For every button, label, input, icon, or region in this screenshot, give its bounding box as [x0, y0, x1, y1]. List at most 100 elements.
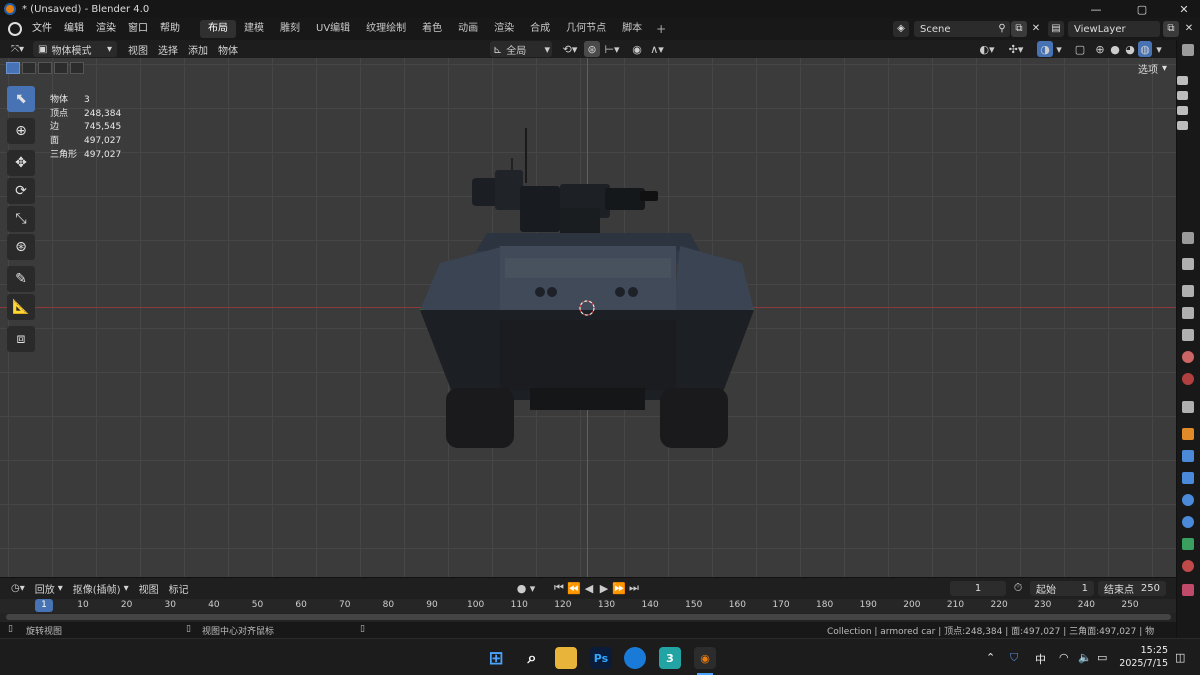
gizmo-icon[interactable]: ✣▾: [1004, 41, 1028, 57]
end-frame-field[interactable]: 结束点 250: [1098, 581, 1166, 596]
tab-sculpting[interactable]: 雕刻: [272, 20, 308, 38]
physics-properties-icon[interactable]: [1182, 494, 1194, 506]
timeline-ruler[interactable]: 1 10 20 30 40 50 60 70 80 90 100 110 120 130 140 150 16…: [0, 599, 1176, 613]
falloff-icon[interactable]: ∧▾: [647, 41, 667, 57]
object-mode-dropdown[interactable]: ▣ 物体模式 ▾: [33, 41, 118, 57]
armored-car-model[interactable]: [0, 58, 1176, 577]
rendered-shading-icon[interactable]: ◍: [1138, 41, 1152, 57]
visibility-icon[interactable]: ◐▾: [975, 41, 999, 57]
editor-type-icon[interactable]: ⤧▾: [6, 41, 29, 57]
volume-icon[interactable]: 🔈: [1078, 651, 1092, 664]
view-layer-field[interactable]: ViewLayer: [1068, 21, 1160, 37]
menu-window[interactable]: 窗口: [122, 18, 154, 40]
current-frame-indicator[interactable]: 1: [35, 599, 53, 612]
play-icon[interactable]: ▶: [597, 580, 611, 596]
pivot-point-icon[interactable]: ⟲▾: [558, 41, 582, 57]
camera-icon[interactable]: [1177, 76, 1188, 85]
rotate-tool-icon[interactable]: ⟳: [7, 178, 35, 204]
new-scene-icon[interactable]: ⧉: [1011, 21, 1027, 37]
blender-logo-icon[interactable]: [8, 22, 22, 36]
chevron-up-icon[interactable]: ⌃: [986, 651, 995, 664]
transform-tool-icon[interactable]: ⊛: [7, 234, 35, 260]
blender-taskbar-icon[interactable]: ◉: [694, 647, 716, 669]
new-view-layer-icon[interactable]: ⧉: [1163, 21, 1179, 37]
tab-layout[interactable]: 布局: [200, 20, 236, 38]
select-extend-icon[interactable]: [22, 62, 36, 74]
chevron-down-icon[interactable]: ▾: [1153, 41, 1165, 57]
tab-compositing[interactable]: 合成: [522, 20, 558, 38]
tab-scripting[interactable]: 脚本: [614, 20, 650, 38]
wireframe-shading-icon[interactable]: ⊕: [1093, 41, 1107, 57]
tool-properties-icon[interactable]: [1182, 258, 1194, 270]
xray-icon[interactable]: ▢: [1073, 41, 1087, 57]
auto-keying-icon[interactable]: ● ▾: [515, 580, 537, 596]
select-new-icon[interactable]: [6, 62, 20, 74]
tab-texture-paint[interactable]: 纹理绘制: [358, 20, 414, 38]
world-properties-icon[interactable]: [1182, 373, 1194, 385]
timeline-editor-icon[interactable]: ◷▾: [6, 581, 30, 597]
chevron-down-icon[interactable]: ▾: [1053, 41, 1065, 57]
shield-icon[interactable]: ⛉: [1010, 651, 1018, 665]
jump-next-keyframe-icon[interactable]: ⏩: [612, 580, 626, 596]
minimize-button[interactable]: —: [1080, 0, 1112, 18]
jump-start-icon[interactable]: ⏮: [552, 580, 566, 596]
timeline-scrollbar[interactable]: [6, 614, 1171, 620]
render-properties-icon[interactable]: [1182, 285, 1194, 297]
windows-start-icon[interactable]: ⊞: [485, 647, 507, 669]
3d-viewport[interactable]: [0, 58, 1176, 577]
notification-icon[interactable]: ◫: [1175, 651, 1185, 664]
photoshop-icon[interactable]: Ps: [590, 647, 612, 669]
material-properties-icon[interactable]: [1182, 560, 1194, 572]
texture-properties-icon[interactable]: [1182, 584, 1194, 596]
overlays-icon[interactable]: ◑: [1037, 41, 1053, 57]
wifi-icon[interactable]: ◠: [1059, 651, 1069, 664]
keying-menu[interactable]: 抠像(插帧) ▾: [68, 581, 134, 597]
snap-toggle-icon[interactable]: ⊛: [584, 41, 600, 57]
3d-app-icon[interactable]: 3: [659, 647, 681, 669]
play-reverse-icon[interactable]: ◀: [582, 580, 596, 596]
particle-properties-icon[interactable]: [1182, 472, 1194, 484]
tab-geometry-nodes[interactable]: 几何节点: [558, 20, 614, 38]
tab-rendering[interactable]: 渲染: [486, 20, 522, 38]
modifier-properties-icon[interactable]: [1182, 450, 1194, 462]
select-subtract-icon[interactable]: [38, 62, 52, 74]
measure-tool-icon[interactable]: 📐: [7, 294, 35, 320]
remove-view-layer-icon[interactable]: ✕: [1181, 21, 1197, 37]
add-workspace-icon[interactable]: +: [650, 22, 672, 36]
tab-modeling[interactable]: 建模: [236, 20, 272, 38]
solid-shading-icon[interactable]: ●: [1108, 41, 1122, 57]
stopwatch-icon[interactable]: ⏱: [1010, 580, 1026, 596]
camera-icon[interactable]: [1177, 121, 1188, 130]
current-frame-field[interactable]: 1: [950, 581, 1006, 596]
tab-animation[interactable]: 动画: [450, 20, 486, 38]
menu-select[interactable]: 选择: [153, 41, 183, 57]
menu-render[interactable]: 渲染: [90, 18, 122, 40]
move-tool-icon[interactable]: ✥: [7, 150, 35, 176]
pin-icon[interactable]: ⚲: [994, 21, 1010, 37]
search-icon[interactable]: ⌕: [521, 647, 543, 669]
marker-menu[interactable]: 标记: [164, 581, 194, 597]
camera-icon[interactable]: [1177, 91, 1188, 100]
maximize-button[interactable]: ▢: [1126, 0, 1158, 18]
menu-add[interactable]: 添加: [183, 41, 213, 57]
edge-browser-icon[interactable]: [624, 647, 646, 669]
remove-scene-icon[interactable]: ✕: [1028, 21, 1044, 37]
jump-prev-keyframe-icon[interactable]: ⏪: [567, 580, 581, 596]
select-invert-icon[interactable]: [54, 62, 68, 74]
annotate-tool-icon[interactable]: ✎: [7, 266, 35, 292]
scene-properties-icon[interactable]: [1182, 351, 1194, 363]
constraint-properties-icon[interactable]: [1182, 516, 1194, 528]
view-layer-properties-icon[interactable]: [1182, 329, 1194, 341]
scene-selector-icon[interactable]: ◈: [893, 21, 909, 37]
object-properties-icon[interactable]: [1182, 428, 1194, 440]
proportional-editing-icon[interactable]: ◉: [630, 41, 644, 57]
transform-orientation-dropdown[interactable]: ⊾ 全局 ▾: [490, 41, 552, 57]
system-clock[interactable]: 15:25 2025/7/15: [1118, 644, 1168, 670]
jump-end-icon[interactable]: ⏭: [627, 580, 641, 596]
menu-help[interactable]: 帮助: [154, 18, 186, 40]
data-properties-icon[interactable]: [1182, 538, 1194, 550]
menu-edit[interactable]: 编辑: [58, 18, 90, 40]
material-shading-icon[interactable]: ◕: [1123, 41, 1137, 57]
menu-file[interactable]: 文件: [26, 18, 58, 40]
scale-tool-icon[interactable]: ⤡: [7, 206, 35, 232]
